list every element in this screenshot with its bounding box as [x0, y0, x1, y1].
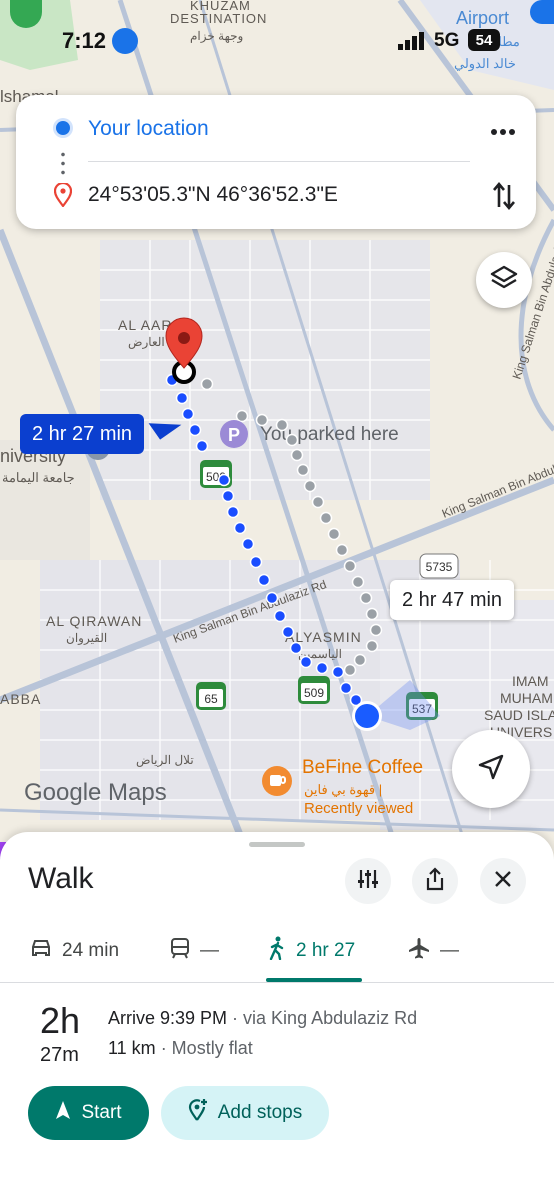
svg-text:P: P	[228, 425, 240, 445]
status-bar: 7:12 5G 54	[0, 0, 554, 84]
route-shield-509b: 509	[298, 676, 330, 704]
arrival-info: Arrive 9:39 PM · via King Abdulaziz Rd	[108, 1008, 417, 1029]
directions-card: Your location 24°53'05.3"N 46°36'52.3"E	[16, 95, 536, 229]
current-location-dot	[352, 701, 382, 731]
origin-dot-icon	[56, 121, 70, 135]
distance: 11 km	[108, 1038, 156, 1058]
destination-field[interactable]: 24°53'05.3"N 46°36'52.3"E	[88, 183, 338, 207]
coffee-poi-icon[interactable]	[262, 766, 292, 796]
car-icon	[30, 938, 52, 964]
swap-icon[interactable]	[492, 181, 516, 216]
tab-walk[interactable]: 2 hr 27	[268, 928, 355, 974]
route-shield-5735: 5735	[419, 553, 459, 579]
close-button[interactable]	[480, 858, 526, 904]
tab-drive-label: 24 min	[62, 940, 120, 961]
map-label-al-qirawan-ar: القيروان	[66, 631, 107, 645]
route-options-button[interactable]	[345, 858, 391, 904]
alternate-route-label[interactable]: 2 hr 47 min	[390, 580, 515, 620]
walk-icon	[268, 936, 286, 966]
route-shield-65: 65	[196, 682, 226, 710]
map-label-al-aarid-ar: العارض	[128, 335, 165, 349]
mode-title: Walk	[28, 862, 94, 895]
destination-pin-small-icon	[53, 181, 73, 212]
layers-button[interactable]	[476, 252, 532, 308]
flight-icon	[408, 937, 430, 965]
poi-name-ar: قهوة بي فاين |	[304, 782, 382, 798]
share-button[interactable]	[412, 858, 458, 904]
tab-drive[interactable]: 24 min	[30, 928, 119, 974]
connector-dots	[61, 150, 65, 176]
map-label-al-qirawan: AL QIRAWAN	[46, 613, 142, 629]
battery-icon: 54	[468, 29, 500, 51]
navigation-arrow-icon	[477, 753, 505, 786]
tab-transit-label: —	[200, 940, 219, 961]
map-label-imam3: SAUD ISLA	[484, 707, 554, 723]
card-divider	[88, 161, 470, 162]
sheet-divider	[0, 982, 554, 983]
primary-route-label[interactable]: 2 hr 27 min	[20, 414, 145, 454]
tab-flight-label: —	[440, 940, 459, 961]
more-options-icon[interactable]	[490, 123, 516, 141]
map-label-abba: ABBA	[0, 691, 41, 707]
add-location-icon	[188, 1098, 208, 1128]
sheet-handle[interactable]	[249, 842, 305, 847]
recenter-button[interactable]	[452, 730, 530, 808]
tune-icon	[357, 868, 379, 895]
network-type: 5G	[434, 30, 460, 51]
svg-text:65: 65	[204, 692, 218, 706]
parking-icon[interactable]: P	[220, 420, 248, 448]
svg-text:509: 509	[304, 686, 324, 700]
add-stops-button[interactable]: Add stops	[161, 1086, 329, 1140]
duration-hours: 2h	[40, 1000, 81, 1041]
map-label-imam1: IMAM	[512, 673, 549, 689]
poi-note: Recently viewed	[304, 800, 413, 817]
svg-text:5735: 5735	[426, 560, 453, 574]
add-stops-label: Add stops	[217, 1102, 303, 1123]
start-label: Start	[81, 1102, 122, 1123]
close-icon	[494, 870, 512, 893]
start-button[interactable]: Start	[28, 1086, 149, 1140]
arrival-time: Arrive 9:39 PM	[108, 1008, 228, 1028]
app-shortcut-icon	[10, 0, 42, 28]
duration-minutes: 27m	[40, 1044, 79, 1066]
terrain: · Mostly flat	[155, 1038, 253, 1058]
layers-icon	[490, 264, 518, 297]
distance-info: 11 km · Mostly flat	[108, 1038, 253, 1059]
share-icon	[424, 866, 446, 896]
google-maps-logo: Google Maps	[24, 779, 167, 806]
poi-name[interactable]: BeFine Coffee	[302, 757, 423, 778]
airplane-badge-icon	[530, 0, 554, 24]
signal-icon	[398, 32, 426, 50]
tab-walk-label: 2 hr 27	[296, 940, 356, 961]
via-road: · via King Abdulaziz Rd	[227, 1008, 418, 1028]
tab-transit[interactable]: —	[170, 928, 219, 974]
tab-flight[interactable]: —	[408, 928, 459, 974]
map-label-university-ar: جامعة اليمامة	[2, 470, 75, 485]
status-time: 7:12	[62, 28, 107, 53]
map-label-imam2: MUHAMMA	[500, 690, 554, 706]
transit-icon	[170, 937, 190, 965]
origin-field[interactable]: Your location	[88, 117, 209, 141]
directions-sheet: Walk 24 min — 2 hr 27 — 2h 27m Arrive 9:…	[0, 832, 554, 1200]
navigation-start-icon	[55, 1100, 71, 1126]
map-label-riyadh-ar: تلال الرياض	[136, 753, 194, 767]
location-arrow-icon	[112, 28, 138, 54]
